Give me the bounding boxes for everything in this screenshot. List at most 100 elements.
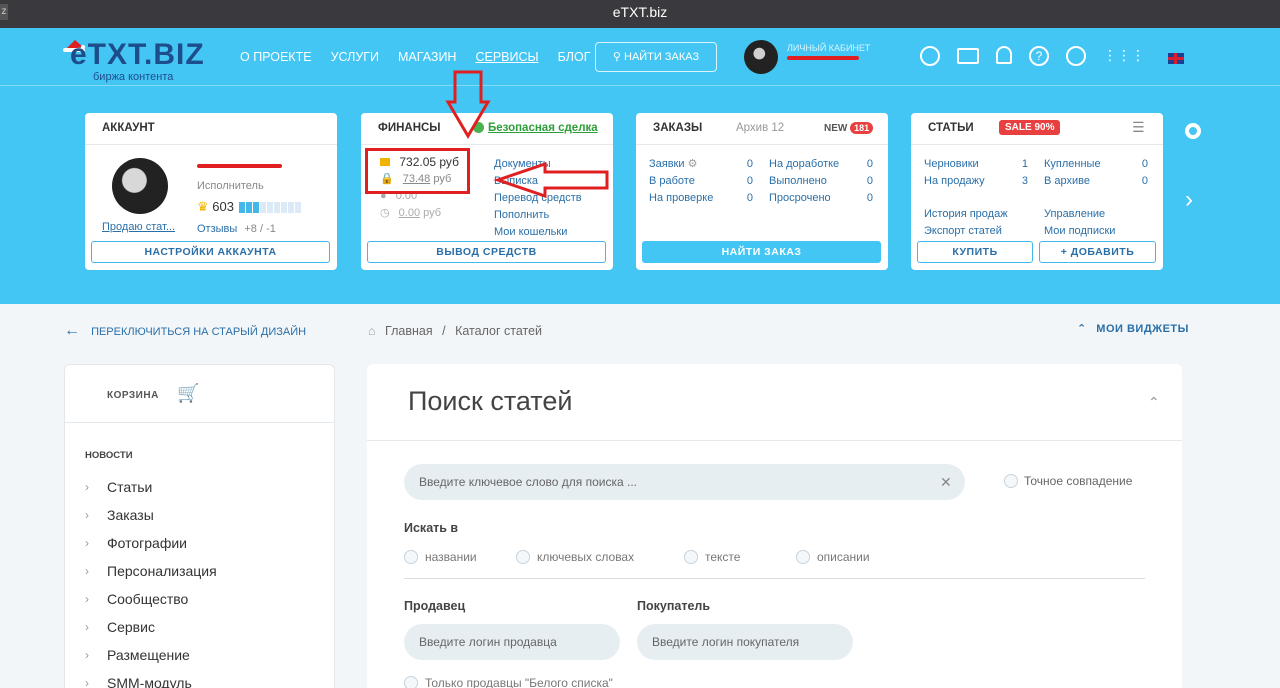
news-label[interactable]: НОВОСТИ: [85, 450, 133, 461]
manage-link[interactable]: Управление: [1044, 206, 1115, 223]
statement-link[interactable]: Выписка: [494, 173, 582, 190]
avatar[interactable]: [744, 40, 778, 74]
orders-card-title: ЗАКАЗЫ: [653, 122, 703, 134]
orders-row-on-review[interactable]: На проверке 0: [649, 190, 753, 207]
sales-history-link[interactable]: История продаж: [924, 206, 1008, 223]
finance-card: ФИНАНСЫ Безопасная сделка 732.05 руб 🔒 7…: [361, 113, 613, 270]
articles-row-archived[interactable]: В архиве 0: [1044, 173, 1148, 190]
titlebar-glyph: z: [0, 4, 8, 20]
mail-icon[interactable]: [957, 48, 979, 64]
checkbox[interactable]: [516, 550, 530, 564]
transfer-link[interactable]: Перевод средств: [494, 190, 582, 207]
sidebar-item-placement[interactable]: › Размещение: [85, 641, 217, 669]
topup-link[interactable]: Пополнить: [494, 207, 582, 224]
documents-link[interactable]: Документы: [494, 156, 582, 173]
orders-row-requests[interactable]: Заявки ⚙ 0: [649, 156, 753, 173]
reviews-link[interactable]: Отзывы: [197, 223, 237, 235]
buy-button[interactable]: КУПИТЬ: [917, 241, 1033, 263]
seller-label: Продавец: [404, 599, 466, 613]
chevron-right-icon[interactable]: ›: [1185, 186, 1193, 214]
sliders-icon[interactable]: ☰: [1132, 119, 1145, 136]
white-list-checkbox[interactable]: Только продавцы "Белого списка": [404, 676, 613, 688]
checkbox[interactable]: [404, 676, 418, 688]
sidebar-item-community[interactable]: › Сообщество: [85, 585, 217, 613]
account-settings-button[interactable]: НАСТРОЙКИ АККАУНТА: [91, 241, 330, 263]
logo[interactable]: eTXT.BIZ: [70, 38, 205, 72]
search-icon[interactable]: [920, 46, 940, 66]
sidebar-item-photos[interactable]: › Фотографии: [85, 529, 217, 557]
option-keywords[interactable]: ключевых словах: [516, 550, 684, 564]
account-card-title: АККАУНТ: [85, 113, 337, 145]
add-article-button[interactable]: + ДОБАВИТЬ: [1039, 241, 1156, 263]
orders-row-rework[interactable]: На доработке 0: [769, 156, 873, 173]
orders-row-overdue[interactable]: Просрочено 0: [769, 190, 873, 207]
checkbox[interactable]: [404, 550, 418, 564]
my-widgets-toggle[interactable]: ⌃ МОИ ВИДЖЕТЫ: [1077, 322, 1189, 335]
search-input[interactable]: Введите ключевое слово для поиска ...: [404, 464, 965, 500]
nav-services[interactable]: УСЛУГИ: [331, 50, 379, 64]
close-icon[interactable]: ✕: [940, 474, 952, 491]
selling-articles-link[interactable]: Продаю стат...: [102, 221, 175, 233]
check-icon: [473, 122, 484, 133]
chevron-up-icon[interactable]: ⌃: [1148, 394, 1160, 411]
nav-tools[interactable]: СЕРВИСЫ: [475, 50, 538, 64]
rating-level: [238, 199, 301, 214]
option-description[interactable]: описании: [796, 550, 870, 564]
orders-row-in-progress[interactable]: В работе 0: [649, 173, 753, 190]
chevron-right-icon: ›: [85, 676, 89, 688]
bell-icon[interactable]: [996, 46, 1012, 64]
buyer-input[interactable]: Введите логин покупателя: [637, 624, 853, 660]
help-icon[interactable]: ?: [1029, 46, 1049, 66]
sidebar-menu: › Статьи › Заказы › Фотографии › Персонализа…: [85, 473, 217, 688]
export-articles-link[interactable]: Экспорт статей: [924, 223, 1008, 240]
nav-about[interactable]: О ПРОЕКТЕ: [240, 50, 312, 64]
home-icon[interactable]: ⌂: [368, 324, 376, 338]
checkbox[interactable]: [684, 550, 698, 564]
articles-row-bought[interactable]: Купленные 0: [1044, 156, 1148, 173]
breadcrumb-home[interactable]: Главная: [385, 324, 433, 338]
finance-links: Документы Выписка Перевод средств Пополн…: [494, 156, 582, 241]
sidebar-item-articles[interactable]: › Статьи: [85, 473, 217, 501]
articles-card: СТАТЬИ SALE 90% ☰ Черновики 1 На продажу 3…: [911, 113, 1163, 270]
find-order-card-button[interactable]: НАЙТИ ЗАКАЗ: [642, 241, 881, 263]
sale-badge[interactable]: SALE 90%: [999, 120, 1061, 135]
top-hero: eTXT.BIZ биржа контента О ПРОЕКТЕ УСЛУГИ…: [0, 28, 1280, 304]
headset-icon[interactable]: [1066, 46, 1086, 66]
gear-icon[interactable]: [1185, 123, 1201, 139]
safe-deal-link[interactable]: Безопасная сделка: [488, 122, 598, 134]
exact-match-checkbox[interactable]: Точное совпадение: [1004, 474, 1132, 488]
nav-shop[interactable]: МАГАЗИН: [398, 50, 456, 64]
option-text[interactable]: тексте: [684, 550, 796, 564]
checkbox[interactable]: [1004, 474, 1018, 488]
uk-flag-icon[interactable]: [1168, 53, 1184, 64]
articles-row-drafts[interactable]: Черновики 1: [924, 156, 1028, 173]
sidebar-item-orders[interactable]: › Заказы: [85, 501, 217, 529]
grid-icon[interactable]: ⋮⋮⋮: [1103, 46, 1145, 66]
clock-icon: ◷: [380, 207, 390, 219]
nav-blog[interactable]: БЛОГ: [558, 50, 591, 64]
find-order-button[interactable]: ⚲ НАЙТИ ЗАКАЗ: [595, 42, 717, 72]
checkbox[interactable]: [796, 550, 810, 564]
reviews: Отзывы +8 / -1: [197, 223, 276, 235]
orders-new[interactable]: NEW 181: [824, 122, 874, 134]
chevron-right-icon: ›: [85, 508, 89, 522]
option-title[interactable]: названии: [404, 550, 516, 564]
chevron-up-icon: ⌃: [1077, 323, 1087, 335]
subscriptions-link[interactable]: Мои подписки: [1044, 223, 1115, 240]
sidebar-item-service[interactable]: › Сервис: [85, 613, 217, 641]
wallets-link[interactable]: Мои кошельки: [494, 224, 582, 241]
articles-row-for-sale[interactable]: На продажу 3: [924, 173, 1028, 190]
cabinet-label[interactable]: ЛИЧНЫЙ КАБИНЕТ: [787, 43, 870, 53]
orders-archive-link[interactable]: Архив 12: [736, 122, 784, 134]
articles-right-list: Купленные 0 В архиве 0: [1044, 156, 1148, 190]
switch-old-design-link[interactable]: ← ПЕРЕКЛЮЧИТЬСЯ НА СТАРЫЙ ДИЗАЙН: [64, 322, 306, 340]
panel-divider: [367, 440, 1182, 441]
withdraw-button[interactable]: ВЫВОД СРЕДСТВ: [367, 241, 606, 263]
sidebar-item-personalization[interactable]: › Персонализация: [85, 557, 217, 585]
new-count-badge: 181: [850, 122, 874, 134]
sidebar-item-smm[interactable]: › SMM-модуль: [85, 669, 217, 688]
cart[interactable]: КОРЗИНА 🛒: [65, 365, 334, 423]
orders-row-done[interactable]: Выполнено 0: [769, 173, 873, 190]
seller-input[interactable]: Введите логин продавца: [404, 624, 620, 660]
header-icons: ? ⋮⋮⋮: [920, 46, 1145, 66]
